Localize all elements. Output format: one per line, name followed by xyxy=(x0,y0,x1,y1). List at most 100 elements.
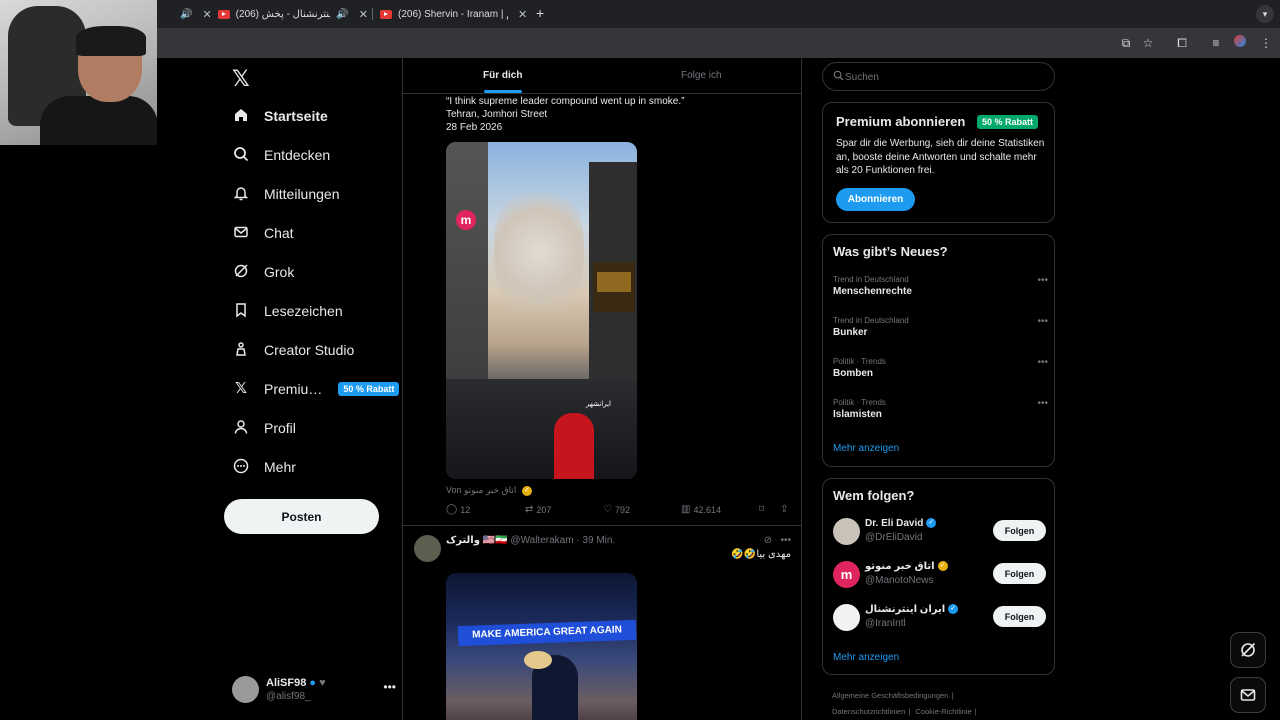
flag-icons: 🇺🇸🇮🇷 xyxy=(482,535,508,546)
tab-following[interactable]: Folge ich xyxy=(681,70,722,81)
main-feed: Für dich Folge ich “I think supreme lead… xyxy=(402,58,802,720)
nav-item-chat[interactable]: Chat xyxy=(232,221,294,245)
views-count: 42.614 xyxy=(693,504,721,515)
repost-button[interactable]: ⇄ 207 xyxy=(525,504,551,515)
like-button[interactable]: ♡ 792 xyxy=(603,504,630,515)
footer-link-terms[interactable]: Allgemeine Geschäftsbedingungen xyxy=(832,691,948,700)
trend-item[interactable]: Politik · Trends Bomben ••• xyxy=(833,357,1048,391)
premium-title: Premium abonnieren xyxy=(836,114,966,129)
nav-item-bookmarks[interactable]: Lesezeichen xyxy=(232,299,343,323)
trend-name: Menschenrechte xyxy=(833,286,912,297)
bookmark-button[interactable]: ⌑ xyxy=(759,504,764,515)
nav-item-more[interactable]: Mehr xyxy=(232,455,296,479)
star-icon[interactable]: ☆ xyxy=(1140,35,1156,51)
like-count: 792 xyxy=(614,504,630,515)
tweet-video[interactable]: MAKE AMERICA GREAT AGAIN xyxy=(446,573,637,720)
more-dots-icon[interactable]: ••• xyxy=(1037,275,1048,286)
x-logo-icon[interactable]: 𝕏 xyxy=(232,66,250,92)
tab-close-icon[interactable]: ✕ xyxy=(202,8,211,21)
webcam-overlay xyxy=(0,0,157,145)
tweet-video[interactable]: m ایرانشهر xyxy=(446,142,637,479)
tab-close-icon[interactable]: ✕ xyxy=(359,8,368,21)
profile-icon[interactable] xyxy=(1232,35,1248,51)
more-dots-icon[interactable]: ••• xyxy=(780,535,791,546)
search-input[interactable] xyxy=(845,69,1045,85)
search-icon xyxy=(232,146,250,164)
nav-label: Lesezeichen xyxy=(264,303,343,319)
nav-label: Premiu… xyxy=(264,381,323,397)
speaker-icon[interactable]: 🔊 xyxy=(180,9,192,20)
heart-icon: ♡ xyxy=(603,504,612,515)
views-button[interactable]: ▥ 42.614 xyxy=(681,504,721,515)
cast-icon[interactable]: ⧉ xyxy=(1118,35,1134,51)
active-tab-indicator xyxy=(484,90,522,93)
reply-button[interactable]: ◯ 12 xyxy=(446,504,470,515)
follow-button[interactable]: Folgen xyxy=(993,606,1046,627)
more-dots-icon[interactable]: ••• xyxy=(1037,398,1048,409)
nav-item-home[interactable]: Startseite xyxy=(232,104,328,128)
tab-search-icon[interactable]: ▾ xyxy=(1256,5,1274,23)
nav-item-profile[interactable]: Profil xyxy=(232,416,296,440)
speaker-icon[interactable]: 🔊 xyxy=(336,9,348,20)
tweet-source[interactable]: Von اتاق خبر منوتو ✓ xyxy=(446,485,532,496)
post-button[interactable]: Posten xyxy=(224,499,379,534)
footer-separator: | xyxy=(974,707,977,716)
grok-fab[interactable] xyxy=(1230,632,1266,668)
grok-icon[interactable]: ⊘ xyxy=(764,535,772,546)
tweet-line: 28 Feb 2026 xyxy=(446,122,503,133)
footer-link-cookies[interactable]: Cookie-Richtlinie xyxy=(915,707,971,716)
tweet-actions: ◯ 12 ⇄ 207 ♡ 792 ▥ 42.614 ⌑ ⇪ xyxy=(446,504,792,518)
tab-for-you[interactable]: Für dich xyxy=(483,70,522,81)
avatar xyxy=(232,676,259,703)
follow-suggestion[interactable]: m اتاق خبر منوتو ✓ @ManotoNews Folgen xyxy=(833,559,1046,593)
author-name[interactable]: والترک xyxy=(446,535,480,546)
nav-item-notifications[interactable]: Mitteilungen xyxy=(232,182,340,206)
search-icon xyxy=(833,70,844,81)
more-dots-icon[interactable]: ••• xyxy=(1037,357,1048,368)
account-switcher[interactable]: AliSF98 ● ♥ @alisf98_ ••• xyxy=(232,674,396,706)
more-dots-icon[interactable]: ••• xyxy=(383,680,396,694)
nav-label: Creator Studio xyxy=(264,342,355,358)
search-box[interactable] xyxy=(822,62,1055,91)
nav-item-premium[interactable]: 𝕏 Premiu… 50 % Rabatt xyxy=(232,377,400,401)
tab-close-icon[interactable]: ✕ xyxy=(518,8,527,21)
nav-item-creator-studio[interactable]: Creator Studio xyxy=(232,338,354,362)
shop-sign xyxy=(593,262,635,312)
author-handle[interactable]: @Walterakam xyxy=(510,535,573,546)
footer-link-privacy[interactable]: Datenschutzrichtlinien xyxy=(832,707,905,716)
suggestion-handle: @DrEliDavid xyxy=(865,532,923,543)
smoke-cloud xyxy=(494,182,584,322)
new-tab-button[interactable]: + xyxy=(536,5,544,21)
trend-name: Bunker xyxy=(833,327,868,338)
more-dots-icon[interactable]: ••• xyxy=(1037,316,1048,327)
repost-icon: ⇄ xyxy=(525,504,534,515)
follow-suggestion[interactable]: Dr. Eli David ✓ @DrEliDavid Folgen xyxy=(833,516,1046,550)
show-more-link[interactable]: Mehr anzeigen xyxy=(833,443,899,454)
show-more-link[interactable]: Mehr anzeigen xyxy=(833,652,899,663)
follow-button[interactable]: Folgen xyxy=(993,563,1046,584)
trends-card: Was gibt’s Neues? Trend in Deutschland M… xyxy=(822,234,1055,467)
follow-button[interactable]: Folgen xyxy=(993,520,1046,541)
messages-fab[interactable] xyxy=(1230,677,1266,713)
media-icon[interactable]: ≡ xyxy=(1208,35,1224,51)
trend-item[interactable]: Trend in Deutschland Bunker ••• xyxy=(833,316,1048,350)
follow-suggestion[interactable]: ایران اینترنشنال ✓ @IranIntl Folgen xyxy=(833,602,1046,636)
subscribe-button[interactable]: Abonnieren xyxy=(836,188,915,211)
tab-title: (206) ایران اینترنشنال - پخش xyxy=(235,8,331,20)
browser-toolbar: ⧉ ☆ ⧠ ≡ ⋮ xyxy=(0,28,1280,58)
tweet-source-text: Von اتاق خبر منوتو xyxy=(446,485,517,495)
nav-item-explore[interactable]: Entdecken xyxy=(232,143,330,167)
share-button[interactable]: ⇪ xyxy=(780,504,788,515)
kebab-menu-icon[interactable]: ⋮ xyxy=(1258,35,1274,51)
browser-tab-2[interactable]: (206) Shervin - Iranam | ایرانم ✕ xyxy=(380,4,530,24)
tweet-time[interactable]: · 39 Min. xyxy=(576,535,615,546)
trend-item[interactable]: Politik · Trends Islamisten ••• xyxy=(833,398,1048,432)
extensions-icon[interactable]: ⧠ xyxy=(1174,35,1190,51)
trend-item[interactable]: Trend in Deutschland Menschenrechte ••• xyxy=(833,275,1048,309)
creator-icon xyxy=(232,341,250,359)
avatar[interactable] xyxy=(414,535,441,562)
nav-label: Entdecken xyxy=(264,147,331,163)
nav-item-grok[interactable]: Grok xyxy=(232,260,294,284)
mail-icon xyxy=(232,224,250,242)
browser-tab-1[interactable]: 🔊 ✕ (206) ایران اینترنشنال - پخش 🔊 ✕ xyxy=(180,4,368,24)
